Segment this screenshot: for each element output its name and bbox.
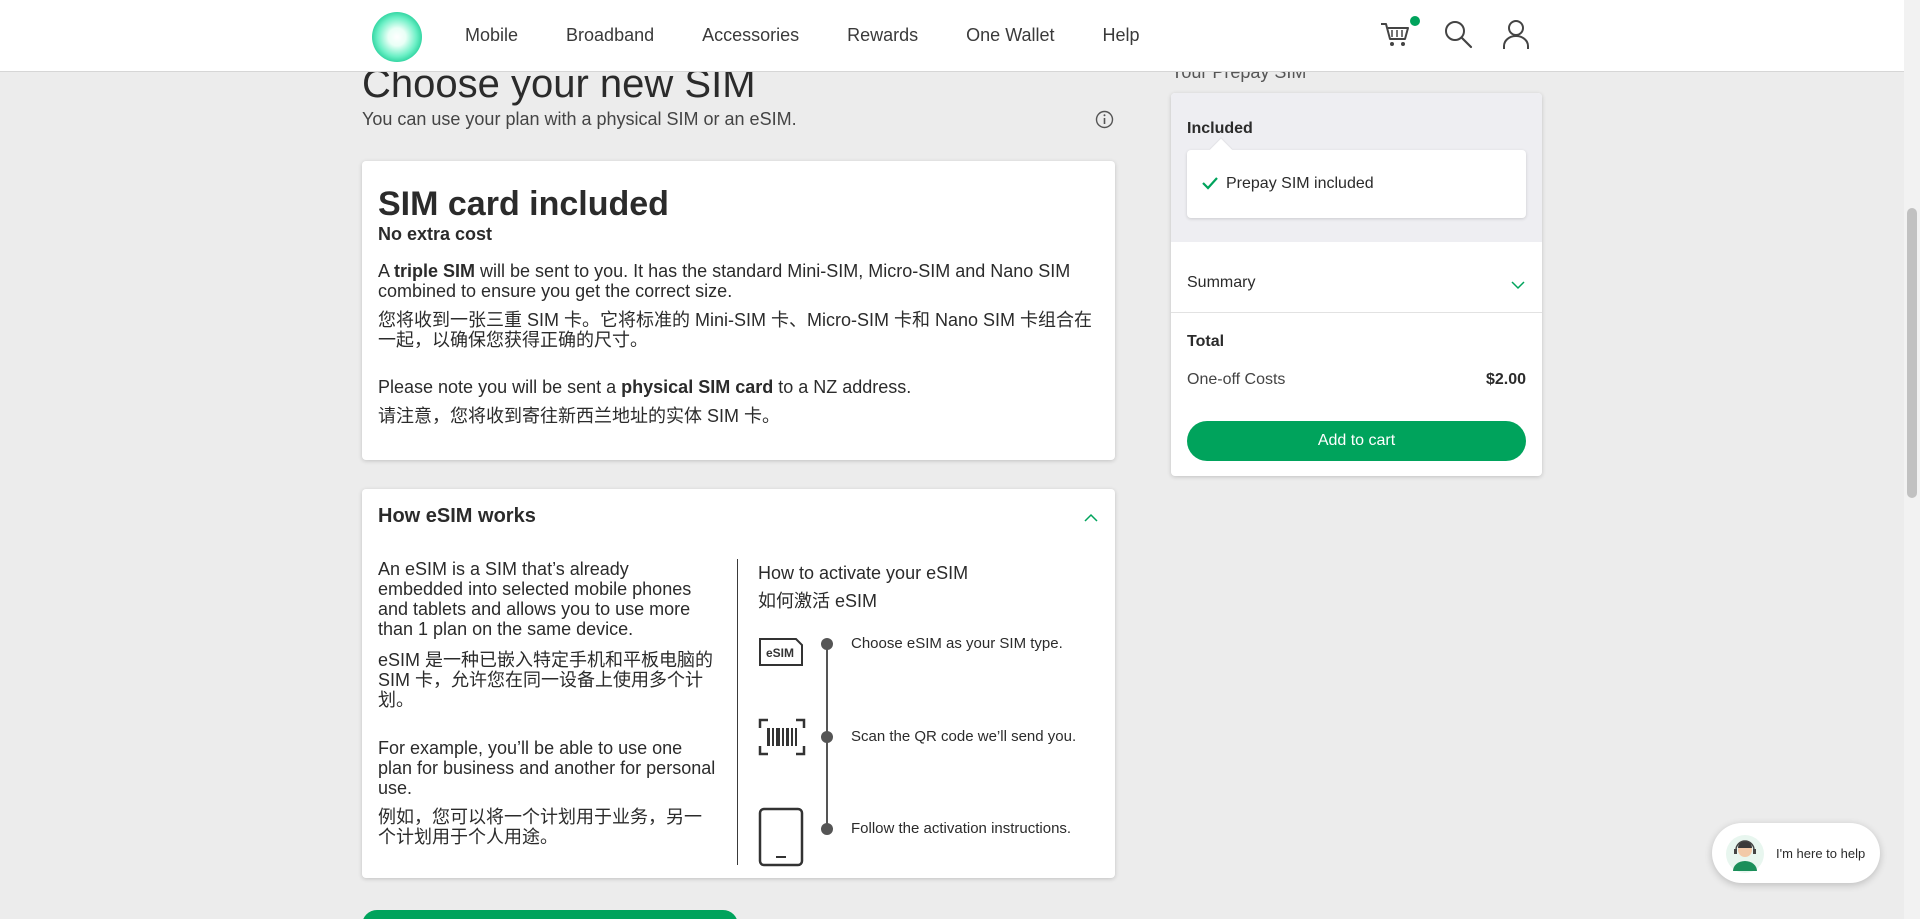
sim-card-paragraph-1-zh: 您将收到一张三重 SIM 卡。它将标准的 Mini-SIM 卡、Micro-SI…: [378, 310, 1093, 350]
nav-item-mobile[interactable]: Mobile: [465, 22, 518, 48]
included-item-box: Prepay SIM included: [1187, 138, 1526, 218]
total-label: Total: [1187, 333, 1225, 350]
one-off-costs-label: One-off Costs: [1187, 371, 1286, 388]
step-2-text: Scan the QR code we’ll send you.: [851, 728, 1077, 745]
chevron-down-icon[interactable]: [1511, 280, 1525, 290]
info-icon[interactable]: [1095, 110, 1114, 129]
top-header: Mobile Broadband Accessories Rewards One…: [0, 0, 1904, 72]
chevron-up-icon[interactable]: [1084, 513, 1098, 523]
support-agent-icon: [1726, 835, 1764, 873]
divider: [737, 559, 738, 865]
esim-desc-2: For example, you’ll be able to use one p…: [378, 738, 716, 798]
esim-desc-1-zh: eSIM 是一种已嵌入特定手机和平板电脑的 SIM 卡，允许您在同一设备上使用多…: [378, 650, 714, 710]
one-off-costs-value: $2.00: [1485, 371, 1526, 388]
included-item-text: Prepay SIM included: [1226, 175, 1374, 192]
sim-card-subheading: No extra cost: [378, 224, 493, 244]
nav-item-accessories[interactable]: Accessories: [702, 22, 799, 48]
check-icon: [1202, 177, 1218, 190]
esim-chip-label: eSIM: [766, 646, 794, 660]
esim-heading[interactable]: How eSIM works: [378, 505, 536, 528]
main-nav: Mobile Broadband Accessories Rewards One…: [465, 22, 1188, 48]
help-chat-button[interactable]: I'm here to help: [1712, 823, 1880, 883]
qr-scan-icon: [758, 718, 806, 756]
esim-desc-1: An eSIM is a SIM that’s already embedded…: [378, 559, 692, 639]
nav-item-one-wallet[interactable]: One Wallet: [966, 22, 1054, 48]
included-label: Included: [1187, 120, 1253, 137]
divider: [1171, 312, 1542, 313]
continue-button[interactable]: [362, 910, 738, 919]
brand-logo[interactable]: [372, 12, 422, 62]
nav-item-broadband[interactable]: Broadband: [566, 22, 654, 48]
step-3-text: Follow the activation instructions.: [851, 820, 1072, 837]
sim-card-paragraph-2: Please note you will be sent a physical …: [378, 377, 912, 397]
step-dot: [821, 731, 833, 743]
sim-card-paragraph-2-zh: 请注意，您将收到寄往新西兰地址的实体 SIM 卡。: [378, 406, 781, 426]
activation-title-en: How to activate your eSIM: [758, 563, 969, 583]
page-scrollbar[interactable]: [1904, 0, 1920, 919]
help-text: I'm here to help: [1776, 846, 1866, 861]
sim-card-heading: SIM card included: [378, 185, 669, 223]
step-dot: [821, 823, 833, 835]
scrollbar-thumb[interactable]: [1907, 208, 1917, 498]
nav-item-rewards[interactable]: Rewards: [847, 22, 918, 48]
step-dot: [821, 638, 833, 650]
cart-notification-dot: [1408, 14, 1422, 28]
cart-icon[interactable]: [1378, 17, 1412, 51]
nav-item-help[interactable]: Help: [1103, 22, 1140, 48]
summary-toggle[interactable]: Summary: [1187, 274, 1255, 292]
search-icon[interactable]: [1441, 17, 1475, 51]
phone-icon: [758, 807, 804, 867]
user-icon[interactable]: [1499, 17, 1533, 51]
esim-info-panel: How eSIM works An eSIM is a SIM that’s a…: [362, 489, 1115, 878]
sim-card-paragraph-1: A triple SIM will be sent to you. It has…: [378, 261, 1071, 301]
esim-desc-2-zh: 例如，您可以将一个计划用于业务，另一个计划用于个人用途。: [378, 807, 702, 847]
sim-card-panel: SIM card included No extra cost A triple…: [362, 161, 1115, 460]
page-subtitle: You can use your plan with a physical SI…: [362, 109, 797, 129]
order-summary-card: Included Prepay SIM included Summary Tot…: [1171, 93, 1542, 476]
step-1-text: Choose eSIM as your SIM type.: [851, 635, 1063, 652]
add-to-cart-button[interactable]: Add to cart: [1187, 421, 1526, 461]
activation-title: How to activate your eSIM 如何激活 eSIM: [758, 559, 968, 615]
activation-title-zh: 如何激活 eSIM: [758, 591, 878, 611]
esim-chip-icon: eSIM: [759, 638, 803, 666]
